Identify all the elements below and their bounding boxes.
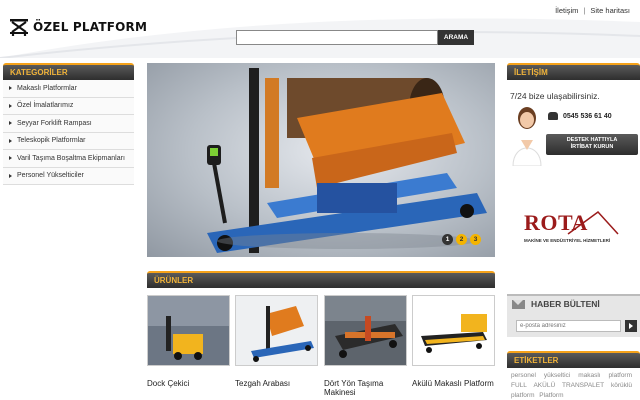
contact-link[interactable]: İletişim — [555, 6, 578, 15]
category-item-teleskopik-platformlar[interactable]: Teleskopik Platformlar — [3, 132, 134, 150]
product-name[interactable]: Dört Yön Taşıma Makinesi — [324, 379, 407, 397]
newsletter-box: HABER BÜLTENİ — [507, 294, 640, 337]
tags-header: ETİKETLER — [507, 351, 640, 368]
category-label: Özel İmalatlarımız — [17, 102, 74, 110]
arrow-right-icon — [9, 173, 12, 178]
product-image[interactable] — [412, 295, 495, 366]
category-list: Makaslı Platformlar Özel İmalatlarımız S… — [3, 80, 134, 185]
scissor-lift-logo-icon — [10, 19, 28, 36]
tag-link[interactable]: TRANSPALET — [562, 382, 604, 389]
availability-text: 7/24 bize ulaşabilirsiniz. — [510, 91, 600, 101]
tag-link[interactable]: platform — [511, 392, 534, 399]
tag-link[interactable]: platform — [609, 372, 632, 379]
tag-link[interactable]: körüklü — [611, 382, 632, 389]
logo-text: ÖZEL PLATFORM — [33, 20, 148, 34]
hotline-line1: DESTEK HATTIYLA — [566, 137, 618, 143]
link-separator: | — [583, 6, 586, 15]
slider-dot-3[interactable]: 3 — [470, 234, 481, 245]
four-way-transport-image — [325, 296, 406, 365]
sitemap-link[interactable]: Site haritası — [590, 6, 630, 15]
product-image[interactable] — [235, 295, 318, 366]
battery-scissor-platform-image — [413, 296, 494, 365]
product-image[interactable] — [147, 295, 230, 366]
newsletter-email-input[interactable] — [516, 320, 621, 332]
category-label: Personel Yükselticiler — [17, 172, 84, 180]
tag-link[interactable]: makaslı — [578, 372, 600, 379]
product-image[interactable] — [324, 295, 407, 366]
slider-pagination: 1 2 3 — [442, 234, 481, 245]
top-links: İletişim | Site haritası — [555, 6, 630, 15]
tag-link[interactable]: Platform — [539, 392, 563, 399]
product-name[interactable]: Akülü Makaslı Platform — [412, 379, 495, 388]
rota-name: ROTA — [524, 210, 588, 235]
category-item-personel-yukselticiler[interactable]: Personel Yükselticiler — [3, 167, 134, 185]
rota-partner-logo[interactable]: ROTA MAKİNE VE ENDÜSTRİYEL HİZMETLERİ — [520, 206, 620, 250]
product-card[interactable]: Akülü Makaslı Platform — [412, 295, 495, 388]
arrow-right-icon — [9, 103, 12, 108]
contact-header: İLETİŞİM — [507, 63, 640, 80]
hotline-line2: İRTİBAT KURUN — [570, 144, 614, 150]
newsletter-header: HABER BÜLTENİ — [512, 299, 600, 309]
product-card[interactable]: Dört Yön Taşıma Makinesi — [324, 295, 407, 397]
newsletter-submit-button[interactable] — [625, 320, 637, 332]
arrow-right-icon — [9, 86, 12, 91]
arrow-right-icon — [9, 156, 12, 161]
slider-dot-2[interactable]: 2 — [456, 234, 467, 245]
product-card[interactable]: Tezgah Arabası — [235, 295, 318, 388]
arrow-right-icon — [9, 121, 12, 126]
tag-link[interactable]: personel — [511, 372, 536, 379]
tag-link[interactable]: AKÜLÜ — [533, 382, 555, 389]
product-name[interactable]: Tezgah Arabası — [235, 379, 318, 388]
header: ÖZEL PLATFORM İletişim | Site haritası A… — [0, 0, 640, 58]
slider-machine-image — [207, 68, 487, 253]
category-label: Makaslı Platformlar — [17, 84, 77, 92]
tag-link[interactable]: FULL — [511, 382, 527, 389]
support-agent-image — [512, 107, 542, 166]
phone-text: 0545 536 61 40 — [563, 112, 612, 120]
product-card[interactable]: Dock Çekici — [147, 295, 230, 388]
phone-number[interactable]: 0545 536 61 40 — [548, 112, 612, 120]
phone-icon — [548, 112, 558, 120]
categories-header: KATEGORİLER — [3, 63, 134, 80]
category-item-varil-tasima[interactable]: Varil Taşıma Boşaltma Ekipmanları — [3, 150, 134, 168]
rota-subtitle: MAKİNE VE ENDÜSTRİYEL HİZMETLERİ — [524, 238, 611, 243]
category-item-ozel-imalatlar[interactable]: Özel İmalatlarımız — [3, 97, 134, 115]
dock-tractor-image — [148, 296, 229, 365]
slider-dot-1[interactable]: 1 — [442, 234, 453, 245]
tag-cloud: personel yükseltici makaslı platform FUL… — [511, 371, 635, 400]
category-label: Teleskopik Platformlar — [17, 137, 86, 145]
category-item-seyyar-forklift-rampasi[interactable]: Seyyar Forklift Rampası — [3, 115, 134, 133]
arrow-right-icon — [9, 138, 12, 143]
category-label: Varil Taşıma Boşaltma Ekipmanları — [17, 154, 125, 162]
search-input[interactable] — [236, 30, 438, 45]
hero-slider[interactable]: 1 2 3 — [147, 63, 495, 257]
tag-link[interactable]: yükseltici — [544, 372, 570, 379]
newsletter-title: HABER BÜLTENİ — [531, 299, 600, 309]
category-item-makasli-platformlar[interactable]: Makaslı Platformlar — [3, 80, 134, 98]
category-label: Seyyar Forklift Rampası — [17, 119, 92, 127]
search-button[interactable]: ARAMA — [438, 30, 474, 45]
envelope-icon — [512, 299, 525, 309]
bench-cart-image — [236, 296, 317, 365]
search-bar: ARAMA — [236, 30, 474, 45]
products-header: ÜRÜNLER — [147, 271, 495, 288]
product-name[interactable]: Dock Çekici — [147, 379, 230, 388]
site-logo[interactable]: ÖZEL PLATFORM — [9, 18, 147, 36]
support-hotline-button[interactable]: DESTEK HATTIYLA İRTİBAT KURUN — [546, 134, 638, 155]
